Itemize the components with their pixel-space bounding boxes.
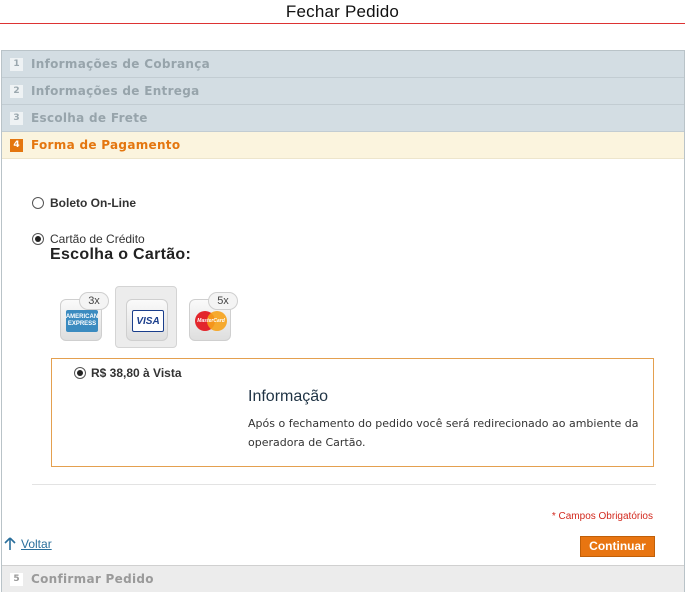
step-billing-info[interactable]: 1 Informações de Cobrança [2, 51, 684, 78]
step-label: Escolha de Frete [31, 111, 148, 125]
step-confirm-order[interactable]: 5 Confirmar Pedido [2, 565, 684, 592]
step-label: Informações de Cobrança [31, 57, 211, 71]
step-shipping-info[interactable]: 2 Informações de Entrega [2, 78, 684, 105]
option-boleto-label[interactable]: Boleto On-Line [50, 196, 136, 210]
step-shipping-method[interactable]: 3 Escolha de Frete [2, 105, 684, 132]
step-number: 2 [10, 84, 23, 98]
option-credit-card-label[interactable]: Cartão de Crédito [50, 232, 145, 246]
page-header: Fechar Pedido [0, 0, 685, 24]
installment-label[interactable]: R$ 38,80 à Vista [91, 366, 182, 380]
mastercard-logo-text: MasterCard [197, 318, 225, 324]
radio-boleto[interactable] [32, 197, 44, 209]
step-number: 5 [10, 572, 23, 586]
card-option-mastercard[interactable]: MasterCard 5x [179, 287, 241, 349]
installment-info-box: R$ 38,80 à Vista Informação Após o fecha… [51, 358, 654, 467]
amex-logo-text: AMERICAN EXPRESS [65, 314, 99, 327]
card-option-visa[interactable]: VISA [115, 286, 177, 348]
page-title: Fechar Pedido [285, 2, 400, 21]
step-number: 1 [10, 57, 23, 71]
step-label: Forma de Pagamento [31, 138, 181, 152]
radio-installment[interactable] [74, 367, 86, 379]
step-label: Informações de Entrega [31, 84, 200, 98]
continue-button[interactable]: Continuar [580, 536, 655, 557]
payment-section: Boleto On-Line Cartão de Crédito Escolha… [2, 159, 684, 565]
checkout-steps: 1 Informações de Cobrança 2 Informações … [1, 50, 685, 592]
visa-logo-text: VISA [136, 315, 160, 327]
arrow-up-icon [4, 537, 16, 550]
step-label: Confirmar Pedido [31, 572, 154, 586]
step-number: 4 [10, 138, 23, 152]
installments-badge: 3x [79, 292, 109, 310]
radio-credit-card[interactable] [32, 233, 44, 245]
info-title: Informação [248, 388, 329, 405]
installments-badge: 5x [208, 292, 238, 310]
divider [32, 484, 656, 485]
choose-card-title: Escolha o Cartão: [50, 246, 192, 263]
step-number: 3 [10, 111, 23, 125]
required-fields-note: * Campos Obrigatórios [551, 511, 653, 522]
card-option-amex[interactable]: AMERICAN EXPRESS 3x [50, 287, 112, 349]
back-link-label: Voltar [21, 537, 52, 551]
info-text: Após o fechamento do pedido você será re… [248, 417, 639, 449]
visa-card-icon: VISA [126, 299, 168, 341]
back-link[interactable]: Voltar [4, 537, 52, 551]
step-payment-method: 4 Forma de Pagamento [2, 132, 684, 159]
